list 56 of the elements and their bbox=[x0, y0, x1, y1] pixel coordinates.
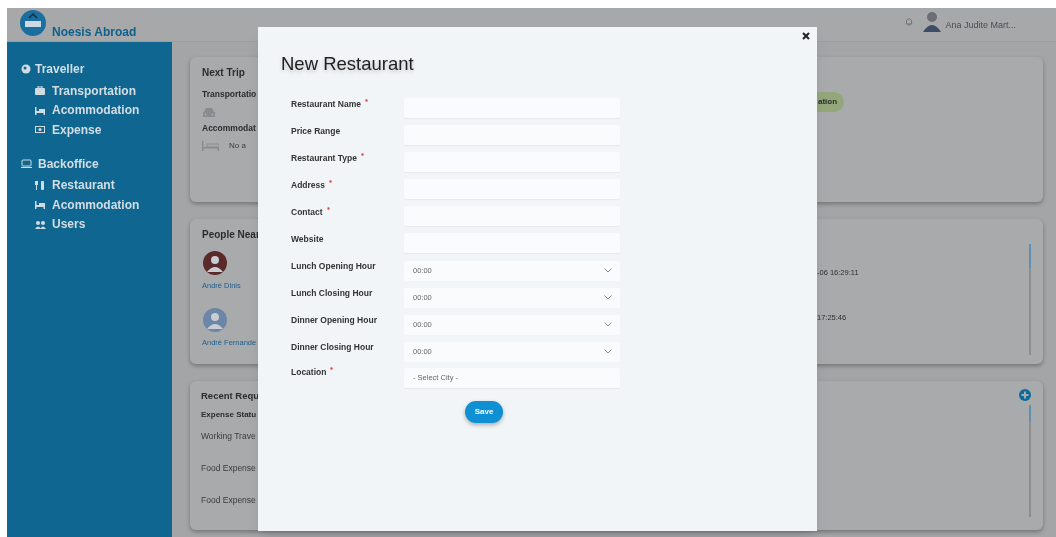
globe-icon bbox=[21, 64, 32, 74]
user-avatar-icon bbox=[922, 9, 943, 32]
chevron-down-icon bbox=[604, 322, 612, 328]
bed-icon bbox=[202, 140, 219, 151]
chevron-down-icon bbox=[604, 268, 612, 274]
field-label: Lunch Opening Hour bbox=[291, 259, 376, 273]
dialog-title: New Restaurant bbox=[281, 52, 415, 76]
bell-icon bbox=[905, 17, 914, 26]
sidebar-link[interactable]: Expense bbox=[21, 120, 172, 140]
field-label: Address bbox=[291, 178, 325, 192]
sidebar-link[interactable]: Restaurant bbox=[21, 175, 172, 195]
card-title: Next Trip bbox=[202, 66, 246, 80]
field-label: Lunch Closing Hour bbox=[291, 286, 373, 300]
avatar-icon bbox=[202, 307, 228, 334]
sidebar-link[interactable]: Transportation bbox=[21, 81, 172, 101]
section-label: Transportatio bbox=[202, 88, 258, 101]
briefcase-icon bbox=[35, 86, 46, 96]
users-icon bbox=[35, 219, 46, 229]
field-label: Dinner Closing Hour bbox=[291, 340, 374, 354]
close-button[interactable] bbox=[800, 30, 812, 42]
bed-icon bbox=[35, 200, 46, 210]
column-header: Expense Statu bbox=[201, 409, 258, 422]
card-title: People Near bbox=[202, 228, 258, 242]
close-icon bbox=[802, 32, 810, 40]
user-name[interactable]: Ana Judite Mart... bbox=[945, 18, 1016, 33]
field-label: Restaurant Type bbox=[291, 151, 357, 165]
section-title: Backoffice bbox=[38, 155, 99, 173]
chevron-down-icon bbox=[604, 349, 612, 355]
sidebar-link[interactable]: Users bbox=[21, 214, 172, 234]
section-label: Accommodat bbox=[202, 121, 257, 135]
section-title: Traveller bbox=[35, 61, 85, 78]
field-label: Restaurant Name bbox=[291, 97, 361, 111]
sidebar-link[interactable]: Acommodation bbox=[21, 195, 172, 215]
field-label: Price Range bbox=[291, 124, 341, 138]
avatar-icon bbox=[202, 250, 228, 276]
sidebar-link[interactable]: Acommodation bbox=[21, 100, 172, 120]
add-icon bbox=[1019, 389, 1031, 401]
cutlery-icon bbox=[35, 180, 46, 190]
request-row[interactable]: Working Trave bbox=[201, 430, 258, 443]
save-button[interactable]: Save bbox=[465, 400, 503, 423]
field-label: Website bbox=[291, 232, 324, 246]
empty-message: No a bbox=[229, 139, 246, 152]
laptop-icon bbox=[21, 158, 32, 169]
field-label: Location bbox=[291, 365, 327, 379]
chevron-down-icon bbox=[604, 295, 612, 301]
money-icon bbox=[35, 125, 46, 135]
car-icon bbox=[202, 106, 216, 118]
field-label: Contact bbox=[291, 205, 323, 219]
field-label: Dinner Opening Hour bbox=[291, 313, 377, 327]
request-row[interactable]: Food Expense bbox=[201, 493, 258, 507]
bed-icon bbox=[35, 105, 46, 115]
request-row[interactable]: Food Expense bbox=[201, 462, 258, 475]
brand-name: Noesis Abroad bbox=[52, 23, 137, 41]
card-title: Recent Requ bbox=[201, 389, 258, 403]
status-badge: ation bbox=[817, 92, 845, 112]
logo-icon bbox=[20, 9, 46, 36]
